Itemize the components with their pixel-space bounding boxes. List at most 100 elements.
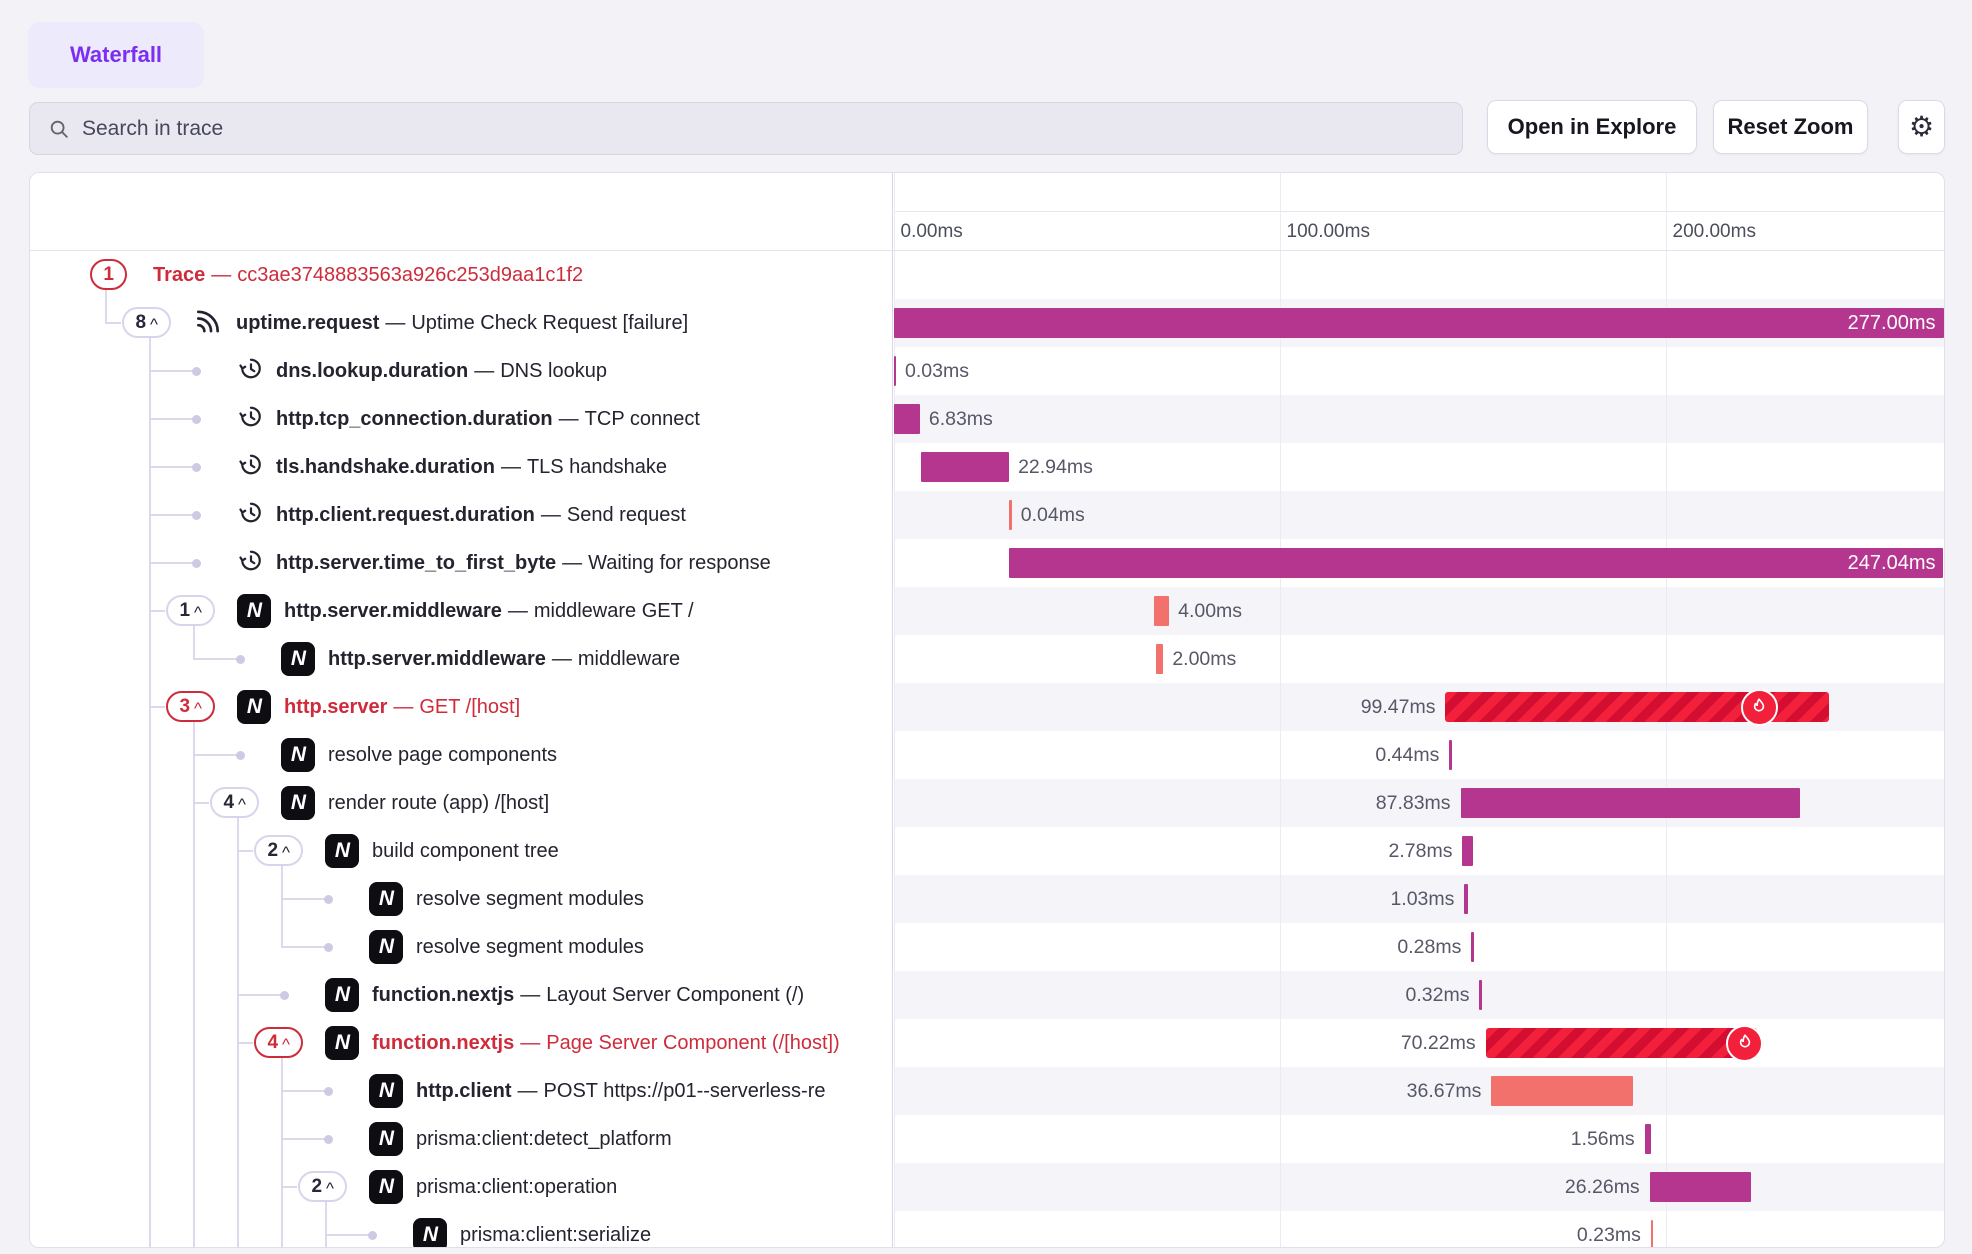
- span-row-label[interactable]: Nrender route (app) /[host]: [30, 779, 892, 827]
- span-row-label[interactable]: Nresolve page components: [30, 731, 892, 779]
- search-placeholder: Search in trace: [82, 117, 223, 141]
- span-description: TLS handshake: [527, 456, 667, 478]
- span-bar[interactable]: [894, 404, 920, 434]
- nextjs-icon: N: [281, 738, 315, 772]
- tree-dot: [280, 991, 289, 1000]
- span-bar[interactable]: [1461, 788, 1800, 818]
- span-title: build component tree: [372, 827, 559, 875]
- duration-label: 2.00ms: [1172, 635, 1236, 683]
- span-separator: —: [502, 600, 534, 622]
- span-bar[interactable]: 277.00ms: [894, 308, 1944, 338]
- span-row-label[interactable]: Nprisma:client:serialize: [30, 1211, 892, 1247]
- span-title: http.server.middleware—middleware GET /: [284, 587, 694, 635]
- span-name: http.server.middleware: [328, 648, 546, 670]
- span-description: Waiting for response: [588, 552, 771, 574]
- span-row-label[interactable]: Nresolve segment modules: [30, 875, 892, 923]
- span-separator: —: [468, 360, 500, 382]
- span-name: Trace: [153, 264, 205, 286]
- span-row-label[interactable]: Nfunction.nextjs—Page Server Component (…: [30, 1019, 892, 1067]
- fire-icon[interactable]: [1726, 1025, 1763, 1062]
- span-toggle-badge[interactable]: 2^: [254, 835, 303, 866]
- span-row-label[interactable]: Nhttp.server.middleware—middleware: [30, 635, 892, 683]
- row-stripe: [894, 1163, 1944, 1211]
- reset-zoom-button[interactable]: Reset Zoom: [1713, 100, 1868, 154]
- nextjs-icon: N: [325, 978, 359, 1012]
- span-row-label[interactable]: Nfunction.nextjs—Layout Server Component…: [30, 971, 892, 1019]
- duration-label: 0.28ms: [1397, 923, 1461, 971]
- span-bar[interactable]: [921, 452, 1010, 482]
- duration-label: 22.94ms: [1018, 443, 1093, 491]
- span-title: render route (app) /[host]: [328, 779, 549, 827]
- span-row-label[interactable]: Trace—cc3ae3748883563a926c253d9aa1c1f2: [30, 251, 892, 299]
- span-title: http.client—POST https://p01--serverless…: [416, 1067, 826, 1115]
- tree-connector: [281, 946, 328, 948]
- span-bar[interactable]: [1449, 740, 1452, 770]
- tab-waterfall[interactable]: Waterfall: [28, 22, 204, 88]
- span-bar[interactable]: [1491, 1076, 1633, 1106]
- span-toggle-badge[interactable]: 4^: [210, 787, 259, 818]
- span-toggle-badge[interactable]: 3^: [166, 691, 215, 722]
- span-bar[interactable]: [1009, 500, 1012, 530]
- gear-icon: ⚙: [1909, 113, 1934, 141]
- span-tree-pane: Trace—cc3ae3748883563a926c253d9aa1c1f21u…: [30, 173, 893, 1247]
- span-description: Uptime Check Request [failure]: [411, 312, 688, 334]
- clock-icon: [237, 403, 265, 436]
- span-bar[interactable]: [894, 356, 897, 386]
- fire-icon[interactable]: [1741, 689, 1778, 726]
- duration-label: 0.32ms: [1406, 971, 1470, 1019]
- search-icon: [48, 118, 70, 140]
- nextjs-icon: N: [369, 1170, 403, 1204]
- settings-button[interactable]: ⚙: [1898, 100, 1945, 154]
- span-toggle-badge[interactable]: 4^: [254, 1027, 303, 1058]
- span-row-label[interactable]: Nprisma:client:detect_platform: [30, 1115, 892, 1163]
- span-bar[interactable]: [1651, 1220, 1654, 1247]
- span-name: function.nextjs: [372, 984, 514, 1006]
- row-stripe: [894, 587, 1944, 635]
- nextjs-icon: N: [237, 594, 271, 628]
- clock-icon: [237, 451, 265, 484]
- clock-icon: [237, 355, 265, 388]
- duration-label: 87.83ms: [1376, 779, 1451, 827]
- span-name: resolve page components: [328, 744, 557, 766]
- span-bar[interactable]: [1156, 644, 1164, 674]
- span-toggle-badge[interactable]: 8^: [122, 307, 171, 338]
- span-row-label[interactable]: Nbuild component tree: [30, 827, 892, 875]
- span-bar[interactable]: [1471, 932, 1474, 962]
- span-separator: —: [379, 312, 411, 334]
- span-bar[interactable]: [1486, 1028, 1757, 1058]
- span-toggle-badge[interactable]: 1^: [166, 595, 215, 626]
- span-bar[interactable]: [1479, 980, 1482, 1010]
- tree-dot: [368, 1231, 377, 1240]
- open-in-explore-button[interactable]: Open in Explore: [1487, 100, 1697, 154]
- span-bar[interactable]: [1154, 596, 1169, 626]
- span-row-label[interactable]: Nhttp.client—POST https://p01--serverles…: [30, 1067, 892, 1115]
- timeline-pane: 0.00ms100.00ms200.00ms277.00ms0.03ms6.83…: [894, 173, 1944, 1247]
- span-row-label[interactable]: Nprisma:client:operation: [30, 1163, 892, 1211]
- span-separator: —: [556, 552, 588, 574]
- span-name: http.server: [284, 696, 387, 718]
- span-bar[interactable]: [1462, 836, 1473, 866]
- ruler-divider: [894, 211, 1944, 212]
- span-separator: —: [205, 264, 237, 286]
- span-bar[interactable]: [1645, 1124, 1651, 1154]
- duration-label: 1.03ms: [1390, 875, 1454, 923]
- search-input[interactable]: Search in trace: [29, 102, 1463, 155]
- tree-connector: [237, 1042, 253, 1044]
- tree-dot: [192, 367, 201, 376]
- span-row-label[interactable]: Nresolve segment modules: [30, 923, 892, 971]
- tick-label: 0.00ms: [901, 212, 963, 251]
- span-toggle-badge[interactable]: 1: [90, 259, 127, 290]
- span-bar[interactable]: 247.04ms: [1009, 548, 1943, 578]
- chevron-up-icon: ^: [238, 795, 246, 815]
- span-title: function.nextjs—Layout Server Component …: [372, 971, 804, 1019]
- span-bar[interactable]: [1650, 1172, 1751, 1202]
- tree-dot: [236, 655, 245, 664]
- span-bar[interactable]: [1464, 884, 1468, 914]
- span-name: resolve segment modules: [416, 936, 644, 958]
- tree-connector: [281, 1138, 328, 1140]
- span-description: DNS lookup: [500, 360, 607, 382]
- chevron-up-icon: ^: [150, 315, 158, 335]
- nextjs-icon: N: [325, 834, 359, 868]
- span-description: GET /[host]: [419, 696, 520, 718]
- span-toggle-badge[interactable]: 2^: [298, 1171, 347, 1202]
